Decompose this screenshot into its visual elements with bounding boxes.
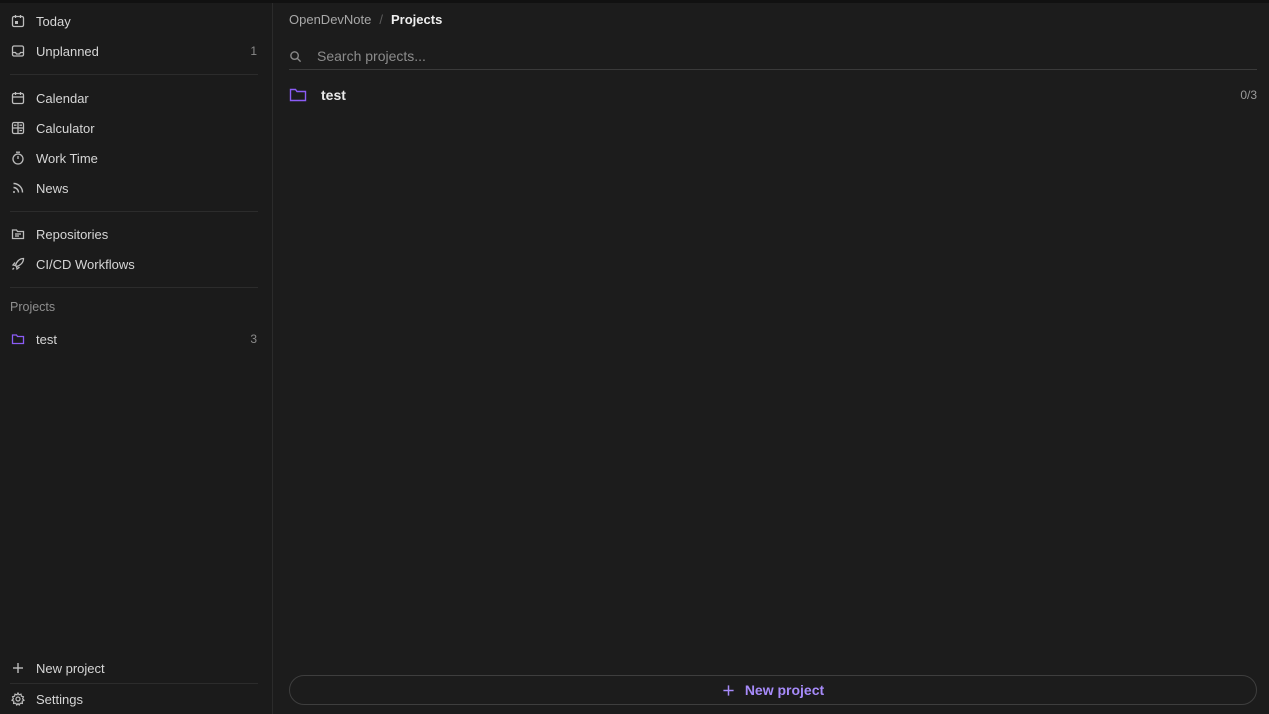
- inbox-icon: [10, 43, 26, 59]
- gear-icon: [10, 691, 26, 707]
- sidebar-item-label: New project: [36, 660, 105, 676]
- sidebar-item-unplanned[interactable]: Unplanned 1: [10, 38, 258, 64]
- breadcrumb: OpenDevNote / Projects: [289, 12, 442, 27]
- search-icon: [289, 49, 303, 63]
- sidebar-item-news[interactable]: News: [10, 175, 258, 201]
- sidebar-item-label: Repositories: [36, 226, 109, 242]
- breadcrumb-current: Projects: [391, 12, 443, 27]
- stopwatch-icon: [10, 150, 26, 166]
- sidebar-item-calculator[interactable]: Calculator: [10, 115, 258, 141]
- folder-icon: [10, 331, 26, 347]
- calendar-day-icon: [10, 13, 26, 29]
- rss-icon: [10, 180, 26, 196]
- sidebar-item-label: Calendar: [36, 90, 89, 106]
- sidebar-item-count: 3: [250, 332, 257, 346]
- project-row[interactable]: test 0/3: [289, 82, 1257, 108]
- sidebar-settings-button[interactable]: Settings: [10, 686, 258, 712]
- sidebar-item-cicd-workflows[interactable]: CI/CD Workflows: [10, 251, 258, 277]
- main-content: OpenDevNote / Projects test 0/3: [273, 3, 1269, 714]
- calculator-icon: [10, 120, 26, 136]
- sidebar-item-label: Calculator: [36, 120, 95, 136]
- new-project-button[interactable]: New project: [289, 675, 1257, 705]
- folder-code-icon: [10, 226, 26, 242]
- app-window: Today Unplanned 1 Calendar Calculator Wo…: [0, 0, 1269, 714]
- sidebar-item-label: Unplanned: [36, 43, 99, 59]
- sidebar-item-today[interactable]: Today: [10, 8, 258, 34]
- breadcrumb-separator: /: [379, 12, 384, 27]
- project-progress: 0/3: [1240, 88, 1257, 102]
- sidebar-item-calendar[interactable]: Calendar: [10, 85, 258, 111]
- sidebar-item-label: Today: [36, 13, 71, 29]
- sidebar-divider: [10, 287, 258, 288]
- new-project-button-label: New project: [744, 682, 825, 698]
- sidebar-item-count: 1: [250, 44, 257, 58]
- search-input[interactable]: [317, 48, 1217, 64]
- search-bar: [289, 43, 1257, 70]
- rocket-icon: [10, 256, 26, 272]
- sidebar-projects-title: Projects: [10, 300, 56, 314]
- calendar-icon: [10, 90, 26, 106]
- sidebar-divider: [10, 74, 258, 75]
- sidebar-item-label: CI/CD Workflows: [36, 256, 135, 272]
- sidebar-item-work-time[interactable]: Work Time: [10, 145, 258, 171]
- folder-icon: [289, 85, 309, 105]
- sidebar-item-label: Settings: [36, 691, 83, 707]
- sidebar-item-label: test: [36, 331, 57, 347]
- sidebar-item-repositories[interactable]: Repositories: [10, 221, 258, 247]
- sidebar-new-project-button[interactable]: New project: [10, 655, 258, 681]
- sidebar-divider: [10, 683, 258, 684]
- plus-icon: [722, 683, 736, 697]
- sidebar-item-label: News: [36, 180, 69, 196]
- sidebar-item-project-test[interactable]: test 3: [10, 326, 258, 352]
- sidebar: Today Unplanned 1 Calendar Calculator Wo…: [0, 3, 273, 714]
- project-name: test: [321, 87, 346, 103]
- breadcrumb-root-link[interactable]: OpenDevNote: [289, 12, 371, 27]
- sidebar-item-label: Work Time: [36, 150, 98, 166]
- sidebar-divider: [10, 211, 258, 212]
- plus-icon: [10, 660, 26, 676]
